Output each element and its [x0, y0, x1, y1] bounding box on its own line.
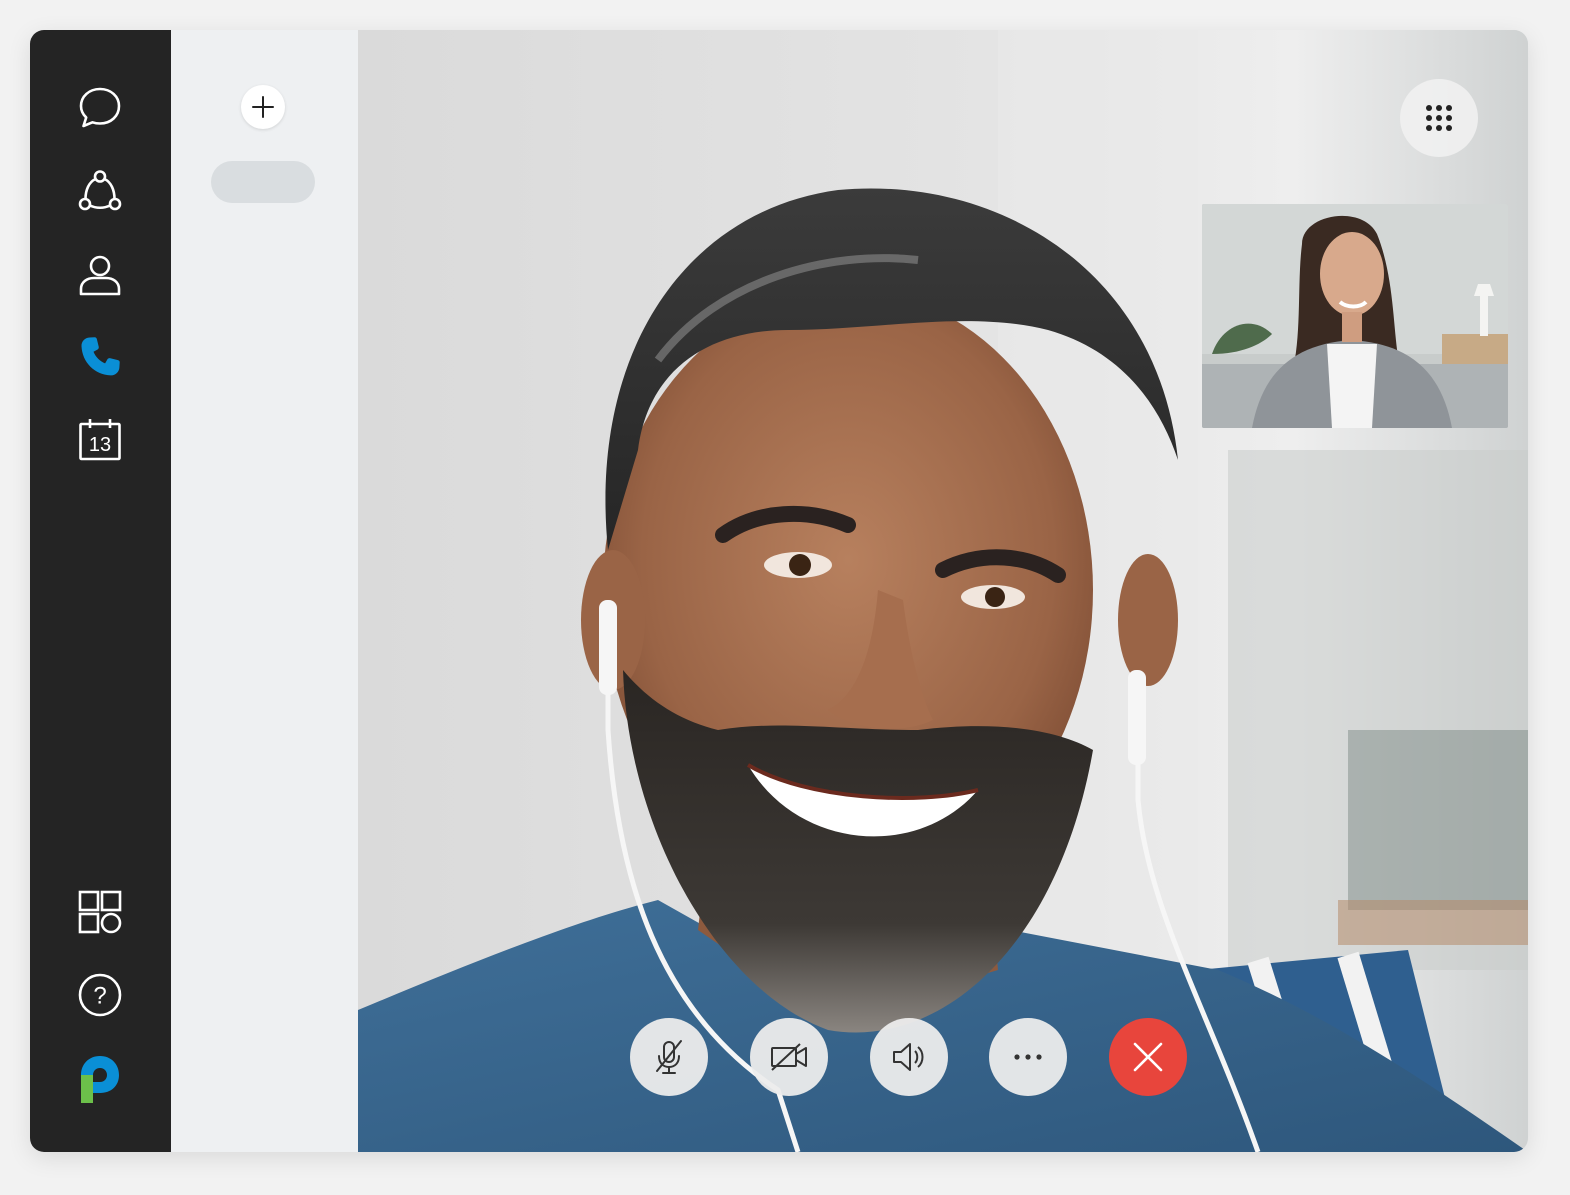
- phone-icon: [81, 337, 120, 376]
- mic-off-icon: [656, 1040, 682, 1074]
- speaker-button[interactable]: [870, 1018, 948, 1096]
- team-icon: [78, 170, 122, 211]
- calendar-date-label: 13: [89, 434, 111, 456]
- nav-rail: 13 ?: [30, 30, 171, 1152]
- speaker-icon: [893, 1043, 924, 1071]
- help-glyph: ?: [93, 983, 106, 1010]
- video-toggle-button[interactable]: [750, 1018, 828, 1096]
- more-icon: [1014, 1054, 1042, 1060]
- brand-logo: [71, 1050, 129, 1108]
- call-controls: [630, 1018, 1190, 1098]
- more-options-button[interactable]: [989, 1018, 1067, 1096]
- dialpad-icon: [1426, 105, 1452, 131]
- nav-chat[interactable]: [71, 79, 129, 137]
- apps-grid-icon: [78, 890, 122, 934]
- calls-panel: [171, 30, 358, 1152]
- new-call-button[interactable]: [241, 85, 285, 129]
- calendar-icon: 13: [79, 419, 121, 461]
- logo-icon: [81, 1056, 119, 1103]
- nav-contacts[interactable]: [71, 245, 129, 303]
- close-icon: [1133, 1042, 1163, 1072]
- app-window: 13 ?: [30, 30, 1528, 1152]
- remote-participant-video: [358, 30, 1528, 1152]
- nav-calls[interactable]: [71, 328, 129, 386]
- self-view-image: [1202, 204, 1508, 428]
- nav-calendar[interactable]: 13: [71, 411, 129, 469]
- chat-bubble-icon: [79, 87, 121, 128]
- hang-up-button[interactable]: [1109, 1018, 1187, 1096]
- video-off-icon: [771, 1043, 807, 1071]
- self-view-video[interactable]: [1202, 204, 1508, 428]
- dialpad-button[interactable]: [1400, 79, 1478, 157]
- nav-apps[interactable]: [71, 883, 129, 941]
- mute-button[interactable]: [630, 1018, 708, 1096]
- help-icon: ?: [78, 973, 122, 1017]
- loading-placeholder: [211, 161, 315, 203]
- plus-icon: [252, 96, 274, 118]
- nav-teams[interactable]: [71, 162, 129, 220]
- nav-help[interactable]: ?: [71, 966, 129, 1024]
- contact-person-icon: [79, 255, 121, 296]
- video-stage: [358, 30, 1528, 1152]
